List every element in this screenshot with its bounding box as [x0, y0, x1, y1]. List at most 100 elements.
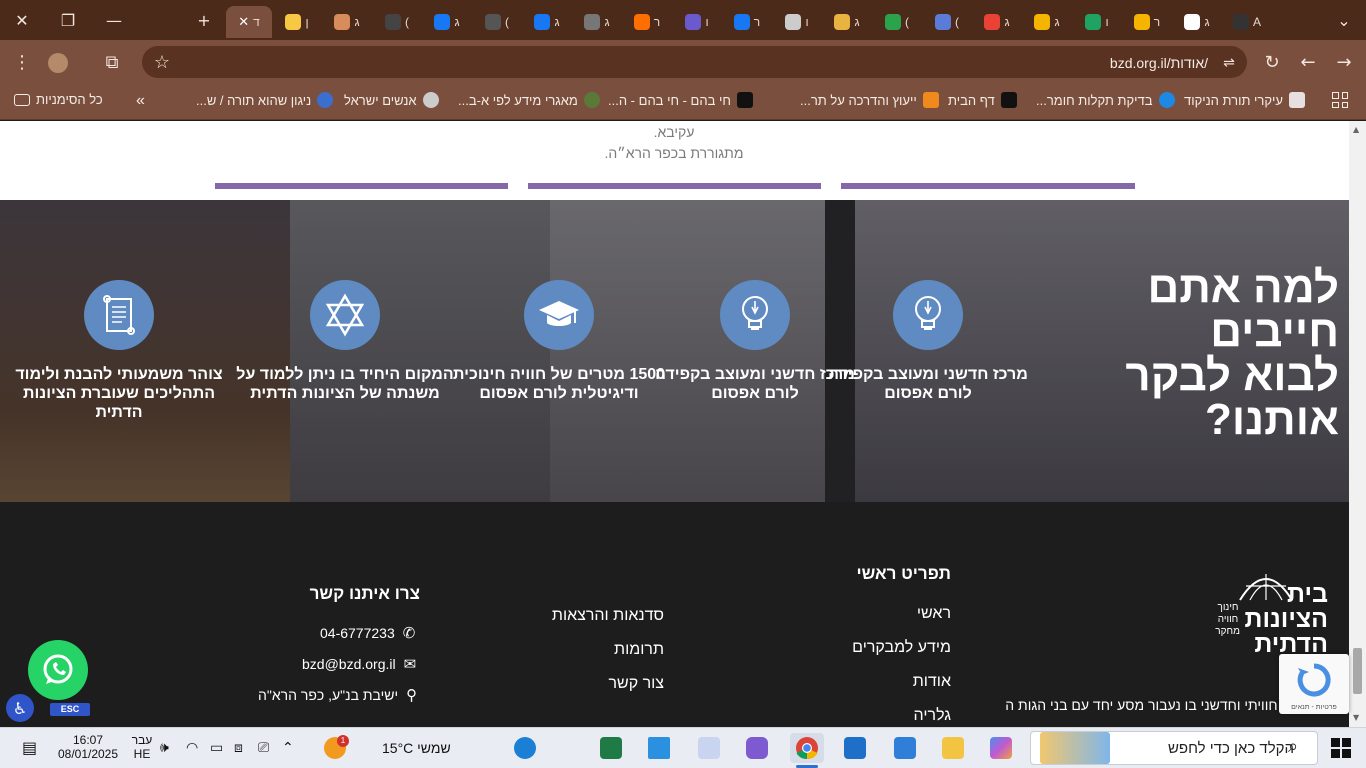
- tab-favicon-icon: [1034, 14, 1051, 30]
- menu-icon[interactable]: ⋮: [10, 52, 34, 74]
- bookmark-star-icon[interactable]: ☆: [150, 52, 174, 74]
- browser-tab[interactable]: (: [922, 6, 972, 38]
- tab-favicon-icon: [785, 14, 802, 30]
- esc-badge[interactable]: ESC: [50, 703, 90, 716]
- store-app[interactable]: [840, 733, 870, 763]
- site-logo[interactable]: בית הציונות הדתית חינוך חוויה מחקר: [1215, 564, 1336, 660]
- weather-text[interactable]: שמשי 15°C: [382, 740, 451, 756]
- browser-tab[interactable]: ו: [672, 6, 722, 38]
- tab-favicon-icon: [534, 14, 551, 30]
- file-explorer-app[interactable]: [938, 733, 968, 763]
- footer-link-donations[interactable]: תרומות: [614, 641, 664, 659]
- section-title: למה אתם חייבים לבוא לבקר אותנו?: [1125, 263, 1339, 444]
- scroll-down-arrow[interactable]: ▼: [1353, 713, 1359, 722]
- search-placeholder[interactable]: הקלד כאן כדי לחפש: [1168, 740, 1294, 757]
- battery-icon[interactable]: ▭: [210, 740, 223, 756]
- browser-tab[interactable]: ו: [1072, 6, 1122, 38]
- tab-title: (: [405, 15, 409, 29]
- new-tab-button[interactable]: +: [186, 2, 222, 38]
- browser-tab[interactable]: ג: [572, 6, 622, 38]
- browser-tab[interactable]: ג: [972, 6, 1022, 38]
- extensions-icon[interactable]: ⧉: [100, 52, 124, 74]
- bookmark-item[interactable]: חי בהם - חי בהם - ה...: [608, 92, 753, 108]
- chevron-up-icon[interactable]: ⌃: [282, 740, 294, 756]
- whatsapp-button[interactable]: [28, 640, 88, 700]
- meet-icon[interactable]: ⎚: [258, 740, 269, 756]
- tab-favicon-icon: [1085, 14, 1102, 30]
- recaptcha-badge[interactable]: פרטיות - תנאים: [1279, 654, 1349, 714]
- language-indicator[interactable]: עבר HE: [128, 733, 156, 761]
- page-scrollbar[interactable]: ▲ ▼: [1349, 121, 1366, 727]
- reader-app[interactable]: [694, 733, 724, 763]
- mail-app[interactable]: [890, 733, 920, 763]
- back-icon[interactable]: ←: [1296, 52, 1320, 74]
- notifications-icon[interactable]: ▤: [22, 738, 37, 757]
- reload-icon[interactable]: ↻: [1260, 52, 1284, 74]
- site-info-icon[interactable]: ⇌: [1217, 52, 1241, 74]
- copilot-app[interactable]: [986, 733, 1016, 763]
- browser-tab[interactable]: (: [472, 6, 522, 38]
- contact-phone[interactable]: 04-6777233 ✆: [320, 624, 415, 642]
- footer-link-home[interactable]: ראשי: [917, 605, 951, 623]
- browser-tab[interactable]: ג: [322, 6, 372, 38]
- excel-app[interactable]: [596, 733, 626, 763]
- profile-avatar[interactable]: [48, 53, 68, 73]
- accessibility-button[interactable]: ♿: [6, 694, 34, 722]
- apps-grid-icon[interactable]: [1332, 92, 1348, 108]
- bookmark-item[interactable]: דף הבית: [948, 92, 1017, 108]
- footer-link-about[interactable]: אודות: [913, 673, 951, 691]
- footer-link-visitors[interactable]: מידע למבקרים: [852, 639, 951, 657]
- browser-tab[interactable]: ר: [1122, 6, 1172, 38]
- language-top: עבר: [131, 733, 153, 747]
- bookmark-item[interactable]: בדיקת תקלות חומר...: [1036, 92, 1175, 108]
- footer-link-gallery[interactable]: גלריה: [914, 707, 951, 725]
- bookmark-item[interactable]: אנשים ישראל: [344, 92, 439, 108]
- tab-search-button[interactable]: ⌄: [1322, 2, 1366, 38]
- footer-link-workshops[interactable]: סדנאות והרצאות: [552, 607, 664, 625]
- active-tab[interactable]: ✕ ד: [226, 6, 272, 38]
- browser-tab[interactable]: ג: [822, 6, 872, 38]
- vscode-app[interactable]: [644, 733, 674, 763]
- close-tab-icon[interactable]: ✕: [238, 15, 249, 30]
- clock[interactable]: 16:07 08/01/2025: [56, 733, 120, 761]
- display-icon[interactable]: ⧈: [234, 740, 243, 756]
- browser-tab[interactable]: ר: [622, 6, 672, 38]
- scroll-up-arrow[interactable]: ▲: [1353, 125, 1359, 134]
- search-highlight-image[interactable]: [1040, 732, 1110, 764]
- volume-icon[interactable]: 🕪: [160, 740, 169, 756]
- browser-tab[interactable]: ג: [522, 6, 572, 38]
- url-text[interactable]: bzd.org.il/אודות/: [1110, 55, 1208, 71]
- bookmark-item[interactable]: ייעוץ והדרכה על תר...: [800, 92, 939, 108]
- browser-tab[interactable]: (: [372, 6, 422, 38]
- browser-tab[interactable]: ו: [772, 6, 822, 38]
- restore-window-button[interactable]: ❐: [50, 2, 86, 38]
- browser-tab[interactable]: (: [872, 6, 922, 38]
- all-bookmarks[interactable]: כל הסימניות: [14, 92, 103, 107]
- forward-icon[interactable]: →: [1332, 52, 1356, 74]
- chrome-app[interactable]: [790, 733, 824, 763]
- contact-email[interactable]: bzd@bzd.org.il ✉: [302, 655, 416, 673]
- bookmark-item[interactable]: מאגרי מידע לפי א-ב...: [458, 92, 600, 108]
- bookmarks-overflow[interactable]: »: [136, 92, 145, 110]
- minimize-window-button[interactable]: —: [96, 2, 132, 38]
- feature-text: צוהר משמעותי להבנת ולימוד התהליכים שעובר…: [15, 366, 223, 421]
- footer-link-contact[interactable]: צור קשר: [608, 675, 664, 693]
- wifi-icon[interactable]: ◠: [186, 740, 198, 756]
- close-window-button[interactable]: ✕: [4, 2, 40, 38]
- browser-tab[interactable]: A: [1222, 6, 1272, 38]
- omnibox[interactable]: [142, 46, 1247, 78]
- bookmark-item[interactable]: עיקרי תורת הניקוד: [1184, 92, 1305, 108]
- recaptcha-terms[interactable]: פרטיות - תנאים: [1279, 704, 1349, 711]
- logo-text: בית הציונות הדתית: [1244, 580, 1328, 658]
- browser-tab[interactable]: ג: [422, 6, 472, 38]
- browser-tab[interactable]: ר: [722, 6, 772, 38]
- scroll-thumb[interactable]: [1353, 648, 1362, 694]
- bookmark-item[interactable]: ניגון שהוא תורה / ש...: [196, 92, 334, 108]
- obsidian-app[interactable]: [742, 733, 772, 763]
- start-button[interactable]: [1326, 733, 1356, 763]
- browser-tab[interactable]: ג: [1172, 6, 1222, 38]
- pen-bulb-icon: [720, 280, 790, 350]
- browser-tab[interactable]: ן: [272, 6, 322, 38]
- browser-tab[interactable]: ג: [1022, 6, 1072, 38]
- help-app[interactable]: [510, 733, 540, 763]
